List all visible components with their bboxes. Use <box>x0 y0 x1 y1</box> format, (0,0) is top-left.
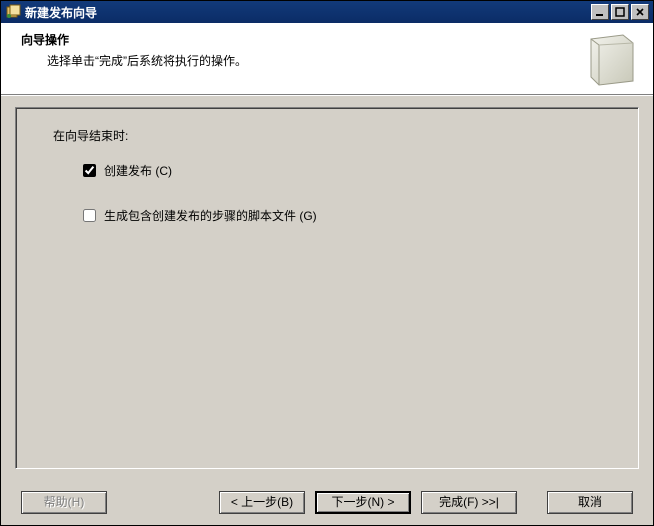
generate-script-checkbox[interactable] <box>83 209 96 222</box>
content-panel: 在向导结束时: 创建发布 (C) 生成包含创建发布的步骤的脚本文件 (G) <box>15 107 639 469</box>
app-icon <box>5 4 21 20</box>
button-bar: 帮助(H) < 上一步(B) 下一步(N) > 完成(F) >>| 取消 <box>1 479 653 525</box>
wizard-window: 新建发布向导 向导操作 选择单击“完成”后系统将执行的操作。 <box>0 0 654 526</box>
titlebar: 新建发布向导 <box>1 1 653 23</box>
minimize-button[interactable] <box>591 4 609 20</box>
back-button[interactable]: < 上一步(B) <box>219 491 305 514</box>
intro-label: 在向导结束时: <box>53 127 637 144</box>
close-button[interactable] <box>631 4 649 20</box>
maximize-button[interactable] <box>611 4 629 20</box>
help-button[interactable]: 帮助(H) <box>21 491 107 514</box>
window-controls <box>591 4 649 20</box>
cancel-button[interactable]: 取消 <box>547 491 633 514</box>
next-button[interactable]: 下一步(N) > <box>315 491 411 514</box>
header-graphic-icon <box>583 31 639 87</box>
generate-script-label[interactable]: 生成包含创建发布的步骤的脚本文件 (G) <box>104 207 317 224</box>
create-publication-checkbox[interactable] <box>83 164 96 177</box>
header-title: 向导操作 <box>21 31 637 48</box>
wizard-header: 向导操作 选择单击“完成”后系统将执行的操作。 <box>1 23 653 95</box>
window-title: 新建发布向导 <box>25 4 591 21</box>
create-publication-label[interactable]: 创建发布 (C) <box>104 162 172 179</box>
finish-button[interactable]: 完成(F) >>| <box>421 491 517 514</box>
header-subtitle: 选择单击“完成”后系统将执行的操作。 <box>47 52 637 69</box>
